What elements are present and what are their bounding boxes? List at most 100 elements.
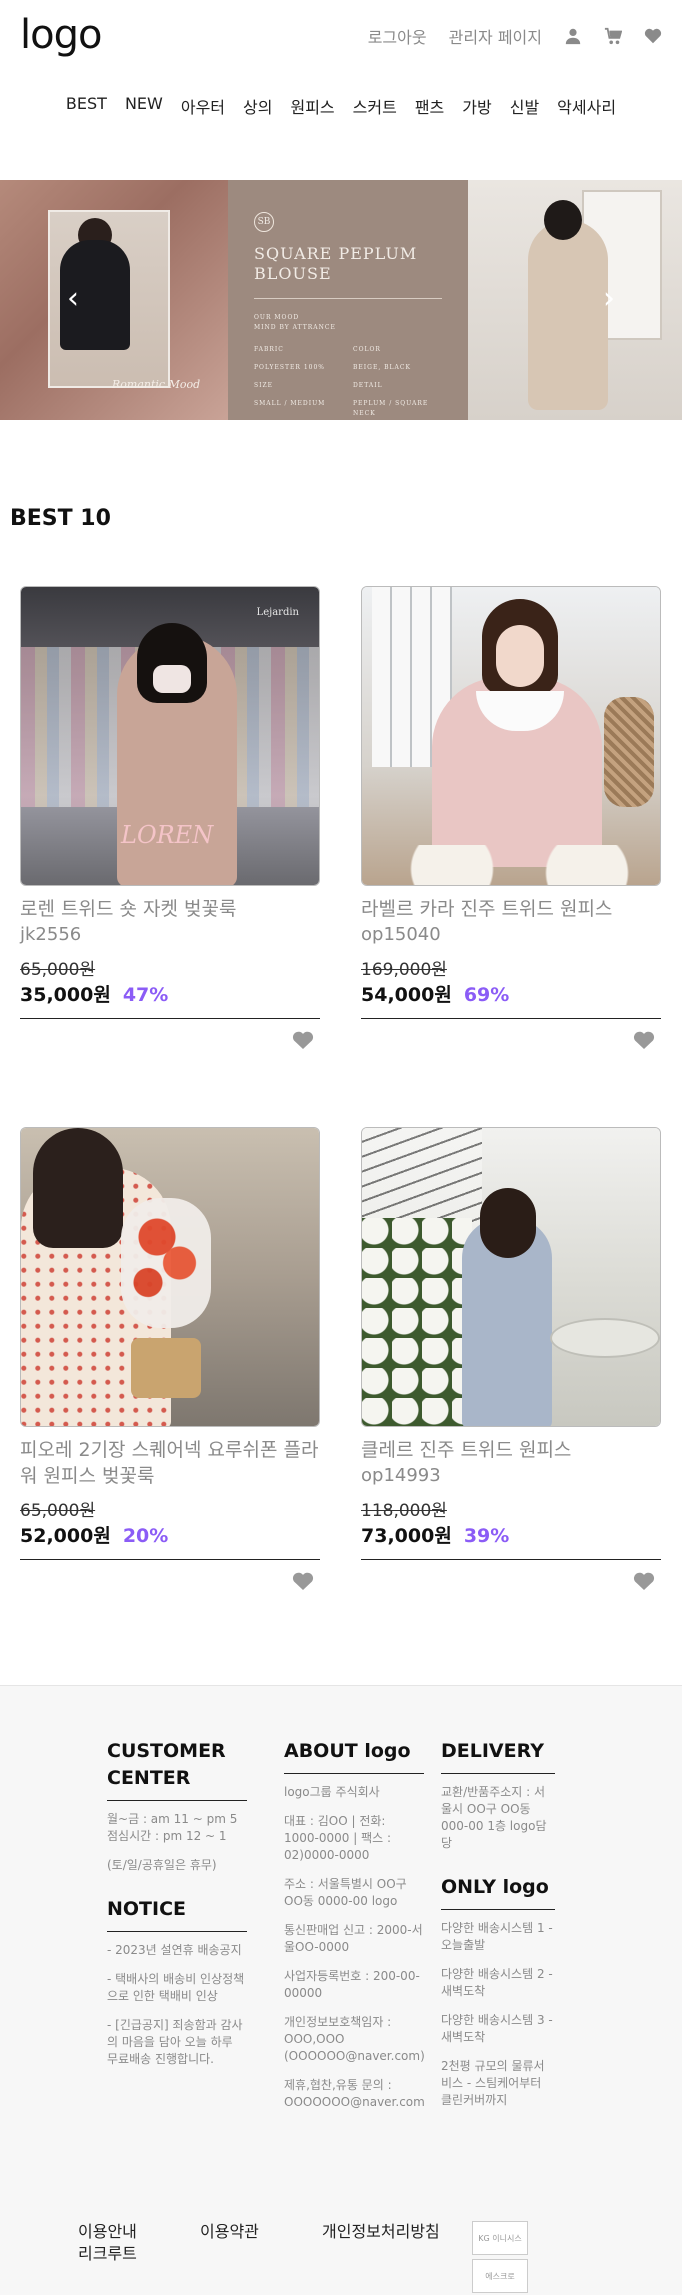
product-image[interactable] [20,1127,320,1427]
product-card[interactable]: 피오레 2기장 스퀘어넥 요루쉬폰 플라워 원피스 벚꽃룩 65,000원 52… [20,1127,320,1590]
discount-rate: 39% [463,1525,510,1547]
nav-item-outer[interactable]: 아우터 [172,94,234,118]
banner-line: MIND BY ATTRANCE [254,324,336,331]
notice-block: NOTICE - 2023년 설연휴 배송공지 - 택배사의 배송비 인상정책으… [107,1896,247,2068]
notice-item[interactable]: - 2023년 설연휴 배송공지 [107,1942,247,1959]
delivery-title: DELIVERY [441,1738,555,1774]
banner-line: OUR MOOD [254,314,300,321]
model-head [544,200,582,240]
escrow-badge[interactable]: 에스크로 [472,2259,528,2293]
price-row: 73,000원 39% [361,1523,661,1549]
nav-item-pants[interactable]: 팬츠 [406,94,453,118]
admin-page-link[interactable]: 관리자 페이지 [449,24,542,48]
guide-link[interactable]: 이용안내 [78,2221,200,2243]
product-divider [20,1018,320,1019]
model-mask [153,665,191,693]
footer-links: 이용안내 리크루트 이용약관 개인정보처리방침 [78,2221,467,2265]
wishlist-heart-icon[interactable] [292,1030,314,1050]
only-item: 2천평 규모의 물류서비스 - 스팀케어부터 클린커버까지 [441,2059,545,2107]
kg-inicis-badge[interactable]: KG 이니시스 [472,2221,528,2255]
product-image[interactable] [361,586,661,886]
site-footer: CUSTOMER CENTER 월~금 : am 11 ~ pm 5 점심시간 … [0,1685,682,2295]
footer-col-customer: CUSTOMER CENTER 월~금 : am 11 ~ pm 5 점심시간 … [107,1738,247,2080]
product-card[interactable]: 클레르 진주 트위드 원피스 op14993 118,000원 73,000원 … [361,1127,661,1590]
about-item: 주소 : 서울특별시 OO구 OO동 0000-00 logo [284,1877,407,1908]
logout-link[interactable]: 로그아웃 [368,24,427,48]
customer-closed: (토/일/공휴일은 휴무) [107,1858,217,1872]
product-code: jk2556 [20,924,82,945]
original-price: 65,000원 [20,1501,96,1521]
best-section-title: BEST 10 [10,506,111,531]
customer-center-title: CUSTOMER CENTER [107,1738,247,1801]
user-icon[interactable] [564,27,582,45]
product-divider [361,1559,661,1560]
nav-item-onepiece[interactable]: 원피스 [281,94,343,118]
sale-price: 35,000원 [20,984,111,1006]
product-card[interactable]: 라벨르 카라 진주 트위드 원피스 op15040 169,000원 54,00… [361,586,661,1049]
notice-item[interactable]: - [긴급공지] 죄송함과 감사의 마음을 담아 오늘 하루 무료배송 진행합니… [107,2017,247,2068]
product-card[interactable]: LOREN Lejardin 로렌 트위드 숏 자켓 벚꽃룩 jk2556 65… [20,586,320,1049]
nav-item-bag[interactable]: 가방 [453,94,500,118]
discount-rate: 69% [463,984,510,1006]
product-code: op15040 [361,924,441,945]
nav-item-skirt[interactable]: 스커트 [344,94,406,118]
product-name[interactable]: 클레르 진주 트위드 원피스 [361,1437,661,1463]
terms-link[interactable]: 이용약관 [200,2221,322,2265]
banner-detail: COLOR [353,346,381,353]
banner-detail: PEPLUM / SQUARE NECK [353,400,429,417]
about-item: 통신판매업 신고 : 2000-서울OO-0000 [284,1923,423,1954]
discount-rate: 47% [122,984,169,1006]
recruit-link[interactable]: 리크루트 [78,2243,200,2265]
banner-info-panel: SB SQUARE PEPLUM BLOUSE OUR MOOD MIND BY… [228,180,468,420]
nav-item-best[interactable]: BEST [57,94,116,118]
footer-links-col: 이용안내 리크루트 [78,2221,200,2265]
wishlist-heart-icon[interactable] [633,1571,655,1591]
top-links: 로그아웃 관리자 페이지 [368,24,662,48]
background-chair [604,697,654,807]
product-image[interactable] [361,1127,661,1427]
banner-photo-left: Romantic Mood [0,180,228,420]
banner-rule [254,298,442,299]
model-head [480,1188,536,1258]
background-plants [362,1218,472,1426]
privacy-link[interactable]: 개인정보처리방침 [322,2221,467,2265]
footer-col-delivery: DELIVERY 교환/반품주소지 : 서울시 OO구 OO동 000-00 1… [441,1738,555,2121]
product-name[interactable]: 라벨르 카라 진주 트위드 원피스 [361,896,661,922]
about-item: 제휴,협찬,유통 문의 : OOOOOOO@naver.com [284,2078,425,2109]
banner-detail: SIZE [254,382,274,389]
nav-item-new[interactable]: NEW [116,94,172,118]
site-logo[interactable]: logo [20,12,102,58]
nav-item-shoes[interactable]: 신발 [501,94,548,118]
price-row: 52,000원 20% [20,1523,320,1549]
about-item: logo그룹 주식회사 [284,1785,380,1799]
banner-prev-arrow-icon[interactable]: ‹ [56,284,90,318]
cafe-table [550,1318,660,1358]
notice-item[interactable]: - 택배사의 배송비 인상정책으로 인한 택배비 인상 [107,1971,247,2005]
banner-next-arrow-icon[interactable]: › [592,284,626,318]
footer-col-about: ABOUT logo logo그룹 주식회사 대표 : 김OO | 전화: 10… [284,1738,425,2123]
wishlist-heart-icon[interactable] [633,1030,655,1050]
product-name[interactable]: 피오레 2기장 스퀘어넥 요루쉬폰 플라워 원피스 벚꽃룩 [20,1437,320,1489]
banner-detail: POLYESTER 100% [254,364,325,371]
product-image[interactable]: LOREN Lejardin [20,586,320,886]
heart-icon[interactable] [644,27,662,45]
cart-icon[interactable] [604,27,622,45]
model-head [33,1128,123,1248]
discount-rate: 20% [122,1525,169,1547]
model-head [496,625,544,687]
about-title: ABOUT logo [284,1738,424,1774]
notice-title: NOTICE [107,1896,247,1932]
banner-emblem: SB [254,212,274,232]
product-divider [20,1559,320,1560]
store-sign: LOREN [121,821,214,849]
banner-title: SQUARE PEPLUM BLOUSE [254,244,418,283]
wishlist-heart-icon[interactable] [292,1571,314,1591]
nav-item-accessory[interactable]: 악세사리 [548,94,625,118]
handbag [131,1338,201,1398]
banner-caption: Romantic Mood [112,378,201,391]
banner-detail: FABRIC [254,346,284,353]
about-item: 개인정보보호책임자 : OOO,OOO (OOOOOO@naver.com) [284,2015,425,2063]
nav-item-top[interactable]: 상의 [234,94,281,118]
product-name[interactable]: 로렌 트위드 숏 자켓 벚꽃룩 [20,896,320,922]
price-row: 54,000원 69% [361,982,661,1008]
